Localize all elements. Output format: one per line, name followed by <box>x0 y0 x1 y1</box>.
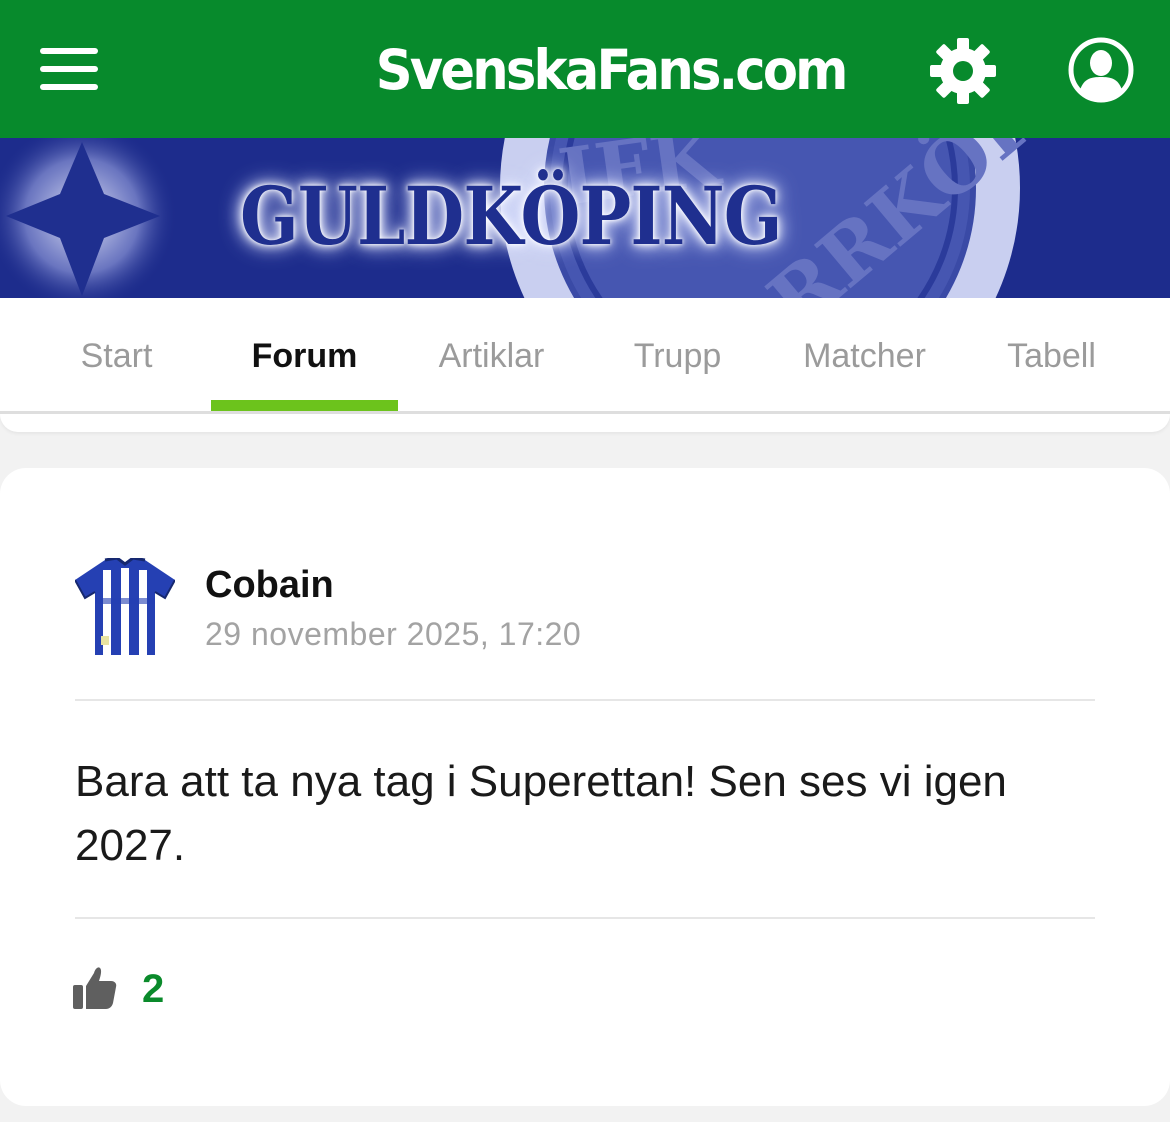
thumbs-up-icon[interactable] <box>73 966 117 1010</box>
post-timestamp: 29 november 2025, 17:20 <box>205 616 582 652</box>
tab-artiklar[interactable]: Artiklar <box>398 298 585 411</box>
post-author[interactable]: Cobain <box>205 564 334 607</box>
page: SvenskaFans.com IFK RRKÖP GULDKÖPING Sta… <box>0 0 1170 1122</box>
tabs-bottom-edge <box>0 414 1170 432</box>
divider <box>75 917 1095 919</box>
tab-matcher[interactable]: Matcher <box>771 298 958 411</box>
gear-icon[interactable] <box>930 38 996 104</box>
tab-trupp[interactable]: Trupp <box>584 298 771 411</box>
banner-title: GULDKÖPING <box>240 169 782 263</box>
tab-tabell[interactable]: Tabell <box>958 298 1145 411</box>
post-body-text: Bara att ta nya tag i Superettan! Sen se… <box>75 757 1007 870</box>
top-navigation-bar: SvenskaFans.com <box>0 0 1170 138</box>
forum-post-card: Cobain 29 november 2025, 17:20 Bara att … <box>0 468 1170 1106</box>
divider <box>75 699 1095 701</box>
team-jersey-icon[interactable] <box>74 556 176 655</box>
user-profile-icon[interactable] <box>1068 37 1134 103</box>
club-banner: IFK RRKÖP GULDKÖPING <box>0 138 1170 298</box>
tab-forum[interactable]: Forum <box>211 298 398 411</box>
active-tab-indicator <box>211 400 398 411</box>
hamburger-menu-icon[interactable] <box>40 48 98 90</box>
section-tabs: Start Forum Artiklar Trupp Matcher Tabel… <box>0 298 1170 414</box>
site-logo[interactable]: SvenskaFans.com <box>376 30 849 110</box>
tab-start[interactable]: Start <box>23 298 210 411</box>
like-count: 2 <box>142 967 165 1011</box>
